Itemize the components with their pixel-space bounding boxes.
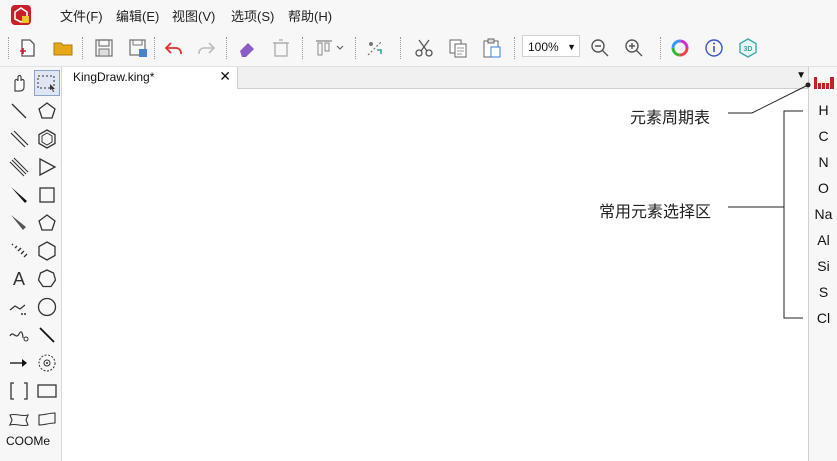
bold-wedge-bond-icon[interactable] <box>7 211 31 235</box>
hashed-bond-icon[interactable] <box>7 239 31 263</box>
triangle-ring-icon[interactable] <box>35 155 59 179</box>
menu-bar: 文件(F) 编辑(E) 视图(V) 选项(S) 帮助(H) <box>0 0 837 30</box>
pentagon-ring-2-icon[interactable] <box>35 211 59 235</box>
hexagon-ring-icon[interactable] <box>35 239 59 263</box>
delete-icon[interactable] <box>269 36 293 60</box>
heptagon-ring-icon[interactable] <box>35 267 59 291</box>
toolbar-separator <box>660 37 662 59</box>
tab-title: KingDraw.king* <box>73 70 155 84</box>
double-bond-icon[interactable] <box>7 127 31 151</box>
triple-bond-icon[interactable] <box>7 155 31 179</box>
document-tab-bar: KingDraw.king* ✕ ▼ <box>62 67 808 89</box>
select-rectangle-icon[interactable] <box>35 71 59 95</box>
zoom-in-icon[interactable] <box>622 36 646 60</box>
drawing-canvas[interactable] <box>62 89 807 461</box>
element-h[interactable]: H <box>809 102 837 118</box>
menu-view[interactable]: 视图(V) <box>172 6 215 25</box>
pentagon-ring-icon[interactable] <box>35 99 59 123</box>
menu-file[interactable]: 文件(F) <box>60 6 103 25</box>
flip-icon[interactable] <box>363 36 387 60</box>
element-o[interactable]: O <box>809 180 837 196</box>
benzene-ring-icon[interactable] <box>35 127 59 151</box>
arrow-icon[interactable] <box>7 351 31 375</box>
toolbar-separator <box>82 37 84 59</box>
menu-options[interactable]: 选项(S) <box>231 6 274 25</box>
toolbar-separator <box>154 37 156 59</box>
cut-icon[interactable] <box>412 36 436 60</box>
common-elements-callout: 常用元素选择区 <box>599 204 712 221</box>
periodic-table-icon[interactable] <box>814 75 834 89</box>
3d-label: 3D <box>744 46 753 53</box>
element-panel: H C N O Na Al Si S Cl <box>808 67 837 461</box>
element-cl[interactable]: Cl <box>809 310 837 326</box>
info-icon[interactable] <box>702 36 726 60</box>
toolbar-separator <box>226 37 228 59</box>
save-icon[interactable] <box>92 36 116 60</box>
new-file-icon[interactable] <box>16 36 40 60</box>
single-bond-icon[interactable] <box>7 99 31 123</box>
menu-edit[interactable]: 编辑(E) <box>116 6 159 25</box>
close-icon[interactable]: ✕ <box>219 68 231 85</box>
undo-icon[interactable] <box>162 36 186 60</box>
paste-icon[interactable] <box>480 36 504 60</box>
app-logo-icon <box>10 4 32 26</box>
toolbar-separator <box>400 37 402 59</box>
tab-list-dropdown-icon[interactable]: ▼ <box>796 70 806 81</box>
redo-icon[interactable] <box>194 36 218 60</box>
color-wheel-icon[interactable] <box>668 36 692 60</box>
hand-icon[interactable] <box>7 71 31 95</box>
brackets-icon[interactable] <box>7 379 31 403</box>
toolbar-separator <box>8 37 10 59</box>
tab-kingdraw[interactable]: KingDraw.king* ✕ <box>62 67 238 89</box>
3d-view-icon[interactable]: 3D <box>736 36 760 60</box>
bold-bond-icon[interactable] <box>35 323 59 347</box>
drawing-tools-panel: A COOMe <box>0 67 62 461</box>
rectangle-shape-icon[interactable] <box>35 379 59 403</box>
chevron-down-icon: ▼ <box>567 42 576 52</box>
element-s[interactable]: S <box>809 284 837 300</box>
toolbar-separator <box>355 37 357 59</box>
square-ring-icon[interactable] <box>35 183 59 207</box>
eraser-icon[interactable] <box>235 36 259 60</box>
zoom-value: 100% <box>528 40 559 54</box>
menu-help[interactable]: 帮助(H) <box>288 6 332 25</box>
toolbar-separator <box>514 37 516 59</box>
coome-tool[interactable]: COOMe <box>6 434 50 448</box>
zoom-select[interactable]: 100% ▼ <box>522 35 580 57</box>
element-n[interactable]: N <box>809 154 837 170</box>
wedge-bond-icon[interactable] <box>7 183 31 207</box>
zoom-out-icon[interactable] <box>588 36 612 60</box>
octagon-ring-icon[interactable] <box>35 295 59 319</box>
flag-shape-icon[interactable] <box>35 407 59 431</box>
chain-tool-icon[interactable] <box>7 295 31 319</box>
align-icon[interactable] <box>312 36 348 60</box>
banner-shape-icon[interactable] <box>7 407 31 431</box>
element-c[interactable]: C <box>809 128 837 144</box>
open-folder-icon[interactable] <box>51 36 75 60</box>
copy-icon[interactable] <box>446 36 470 60</box>
toolbar-separator <box>302 37 304 59</box>
element-al[interactable]: Al <box>809 232 837 248</box>
text-tool-label: A <box>12 268 25 289</box>
element-si[interactable]: Si <box>809 258 837 274</box>
save-as-icon[interactable] <box>126 36 150 60</box>
atom-orbital-icon[interactable] <box>35 351 59 375</box>
element-na[interactable]: Na <box>809 206 837 222</box>
curve-tool-icon[interactable] <box>7 323 31 347</box>
periodic-table-callout: 元素周期表 <box>630 110 711 127</box>
toolbar: 3D <box>0 30 837 67</box>
text-tool[interactable]: A <box>7 267 31 291</box>
